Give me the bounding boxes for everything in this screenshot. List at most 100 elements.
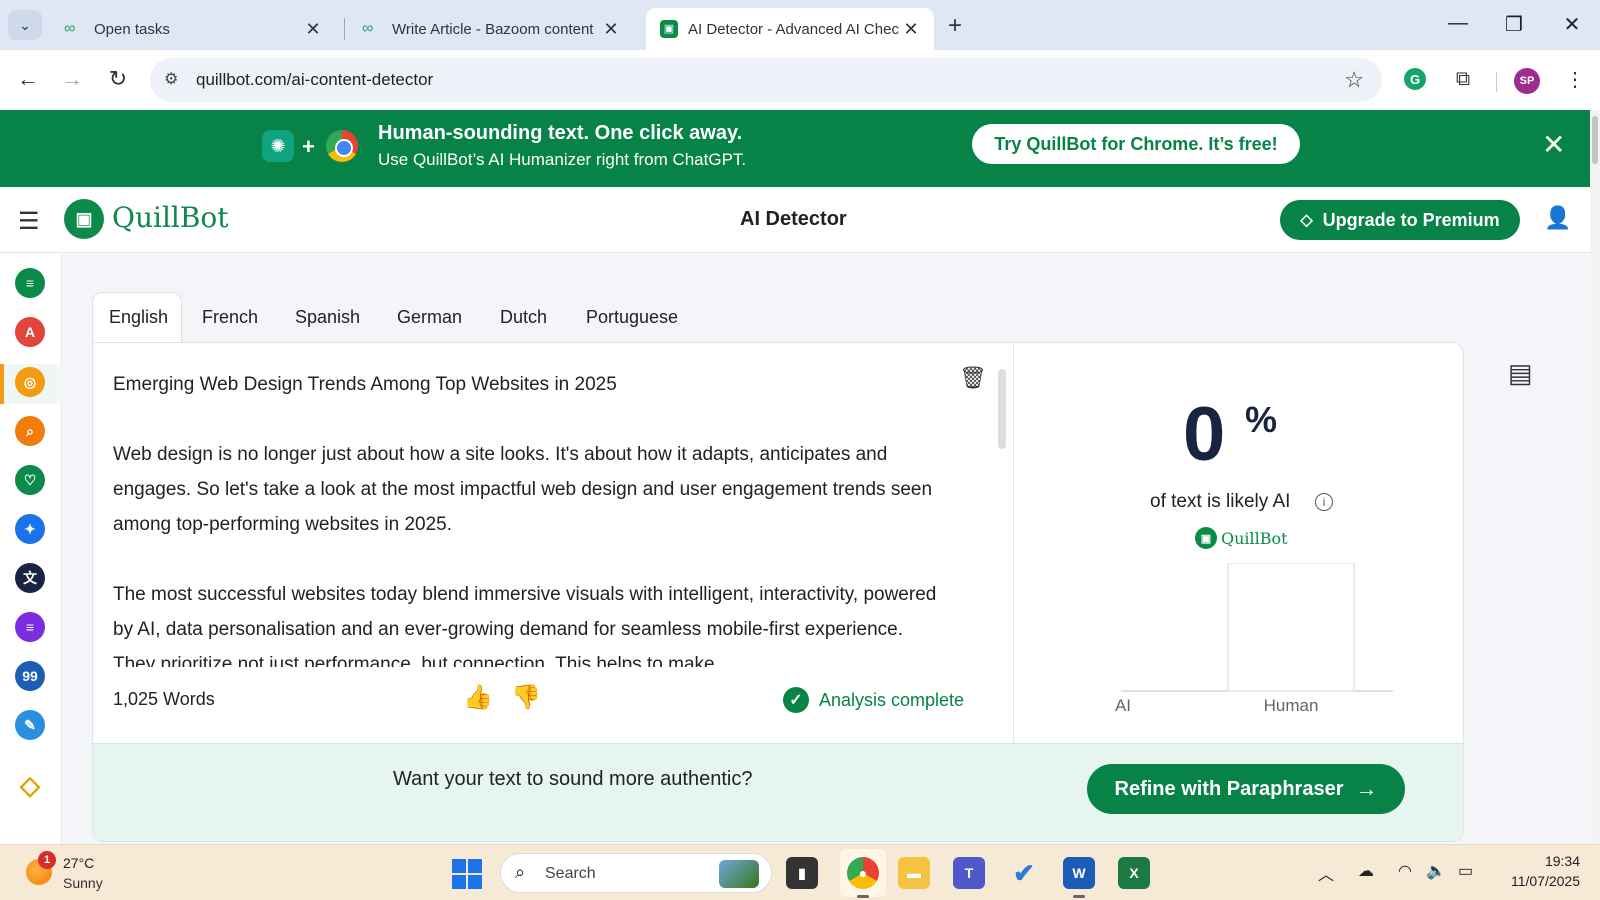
cta-button-label: Refine with Paraphraser	[1114, 777, 1344, 800]
page-title: AI Detector	[740, 208, 847, 230]
wifi-icon[interactable]: ◠	[1398, 861, 1412, 881]
clock-time[interactable]: 19:34	[1520, 853, 1580, 869]
address-bar[interactable]: ⚙ quillbot.com/ai-content-detector ☆	[150, 58, 1382, 102]
tab-german[interactable]: German	[397, 292, 462, 342]
tab-label: Open tasks	[94, 20, 170, 38]
taskbar-chrome-icon[interactable]: ●	[847, 857, 879, 898]
word-count: 1,025 Words	[113, 689, 215, 709]
site-settings-icon[interactable]: ⚙	[164, 69, 178, 89]
ai-percent-label: of text is likely AI	[1150, 491, 1291, 512]
tab-french[interactable]: French	[202, 292, 258, 342]
trash-icon[interactable]: 🗑	[959, 365, 987, 391]
tab-search-chevron-icon[interactable]: ⌄	[8, 10, 42, 40]
sidebar-paraphraser-icon[interactable]: ≡	[15, 268, 45, 298]
back-arrow-icon[interactable]: ←	[14, 66, 42, 92]
onedrive-cloud-icon[interactable]: ☁	[1358, 861, 1374, 881]
promo-banner: ✺ + Human-sounding text. One click away.…	[0, 110, 1590, 187]
clock-date[interactable]: 11/07/2025	[1496, 873, 1580, 889]
sidebar-ai-detector-icon[interactable]: ◎	[15, 367, 45, 397]
refine-with-paraphraser-button[interactable]: Refine with Paraphraser →	[1087, 764, 1405, 814]
sidebar-premium-diamond-icon[interactable]: ◇	[15, 770, 45, 800]
new-tab-plus-icon[interactable]: +	[948, 12, 962, 40]
sidebar-active-indicator	[0, 364, 4, 404]
try-chrome-extension-button[interactable]: Try QuillBot for Chrome. It’s free!	[972, 124, 1300, 164]
promo-headline: Human-sounding text. One click away.	[378, 122, 743, 144]
text-editor[interactable]: Emerging Web Design Trends Among Top Web…	[113, 367, 943, 667]
toolbar-divider	[1496, 72, 1497, 92]
user-account-icon[interactable]: 👤	[1544, 205, 1571, 231]
sidebar-chat-icon[interactable]: ✦	[15, 514, 45, 544]
browser-tab-strip: ⌄ ∞ Open tasks ✕ ∞ Write Article - Bazoo…	[0, 0, 1600, 50]
upgrade-premium-button[interactable]: ◇ Upgrade to Premium	[1280, 200, 1520, 240]
result-brand-text: QuillBot	[1221, 528, 1288, 548]
sidebar-flow-icon[interactable]: ✎	[15, 710, 45, 740]
close-icon[interactable]: ✕	[602, 19, 620, 40]
comment-feedback-icon[interactable]: ▤	[1508, 358, 1533, 389]
plus-icon: +	[302, 134, 315, 159]
todo-check-icon[interactable]: ✔	[1008, 857, 1040, 889]
close-banner-icon[interactable]: ✕	[1542, 128, 1565, 161]
search-icon: ⌕	[515, 862, 526, 882]
chrome-icon	[326, 130, 358, 162]
bookmark-star-icon[interactable]: ☆	[1344, 67, 1364, 93]
editor-paragraph: Emerging Web Design Trends Among Top Web…	[113, 374, 617, 395]
weather-temp[interactable]: 27°C	[63, 855, 94, 871]
check-circle-icon: ✓	[783, 687, 809, 713]
weather-condition[interactable]: Sunny	[63, 875, 103, 891]
forward-arrow-icon[interactable]: →	[58, 66, 86, 92]
teams-icon[interactable]: T	[953, 857, 985, 889]
more-menu-icon[interactable]: ⋮	[1560, 64, 1590, 94]
tab-english[interactable]: English	[92, 292, 182, 342]
sidebar-grammar-checker-icon[interactable]: A	[15, 317, 45, 347]
tray-chevron-up-icon[interactable]: ︿	[1318, 861, 1334, 885]
panel-divider	[1013, 343, 1014, 743]
cta-text: Want your text to sound more authentic?	[393, 768, 753, 790]
analysis-status: ✓ Analysis complete	[783, 687, 964, 713]
editor-scrollbar[interactable]	[998, 369, 1006, 449]
sidebar-summarizer-icon[interactable]: ≡	[15, 612, 45, 642]
url-text[interactable]: quillbot.com/ai-content-detector	[196, 70, 433, 90]
thumbs-up-icon[interactable]: 👍	[463, 683, 493, 712]
ai-percent-value: 0	[1183, 392, 1226, 477]
tab-dutch[interactable]: Dutch	[500, 292, 547, 342]
extensions-puzzle-icon[interactable]: ⧉	[1448, 64, 1478, 94]
quillbot-small-logo-icon: ▣	[1195, 527, 1217, 549]
sidebar-humanizer-icon[interactable]: ♡	[15, 465, 45, 495]
windows-start-icon[interactable]	[452, 859, 482, 889]
minimize-icon[interactable]: —	[1438, 12, 1478, 35]
sidebar-translator-icon[interactable]: 文	[15, 563, 45, 593]
close-icon[interactable]: ✕	[304, 19, 322, 40]
profile-avatar[interactable]: SP	[1514, 68, 1540, 94]
grammarly-extension-icon[interactable]: G	[1404, 68, 1426, 90]
thumbs-down-icon[interactable]: 👎	[511, 683, 541, 712]
window-close-icon[interactable]: ✕	[1552, 12, 1592, 37]
windows-taskbar: 1 27°C Sunny ⌕ Search ▮ ● ▬ T ✔ W X ︿ ☁ …	[0, 844, 1600, 900]
close-icon[interactable]: ✕	[902, 19, 920, 40]
reload-icon[interactable]: ↻	[104, 66, 132, 92]
battery-icon[interactable]: ▭	[1458, 861, 1473, 881]
sidebar-citation-generator-icon[interactable]: 99	[15, 661, 45, 691]
tab-spanish[interactable]: Spanish	[295, 292, 360, 342]
diamond-icon: ◇	[1300, 212, 1313, 229]
task-view-icon[interactable]: ▮	[786, 857, 818, 889]
volume-icon[interactable]: 🔈	[1426, 861, 1446, 881]
file-explorer-icon[interactable]: ▬	[898, 857, 930, 889]
tab-open-tasks[interactable]: ∞ Open tasks ✕	[50, 8, 336, 50]
brand-name[interactable]: QuillBot	[112, 201, 229, 234]
editor-paragraph: Web design is no longer just about how a…	[113, 444, 933, 535]
info-icon[interactable]: i	[1315, 493, 1333, 511]
tab-write-article[interactable]: ∞ Write Article - Bazoom content ✕	[348, 8, 634, 50]
infinity-icon: ∞	[362, 20, 374, 37]
restore-icon[interactable]: ❐	[1494, 12, 1534, 37]
page-scrollbar-track[interactable]	[1590, 110, 1600, 844]
tab-label: Write Article - Bazoom content	[392, 20, 594, 38]
sidebar-plagiarism-checker-icon[interactable]: ⌕	[15, 416, 45, 446]
word-icon[interactable]: W	[1063, 857, 1095, 898]
quillbot-logo-icon[interactable]: ▣	[64, 199, 104, 239]
tab-ai-detector[interactable]: ▣ AI Detector - Advanced AI Chec ✕	[646, 8, 934, 50]
excel-icon[interactable]: X	[1118, 857, 1150, 889]
page-scrollbar-thumb[interactable]	[1592, 116, 1598, 164]
hamburger-menu-icon[interactable]: ☰	[18, 207, 40, 236]
taskbar-search[interactable]: ⌕ Search	[500, 853, 772, 893]
tab-portuguese[interactable]: Portuguese	[586, 292, 678, 342]
